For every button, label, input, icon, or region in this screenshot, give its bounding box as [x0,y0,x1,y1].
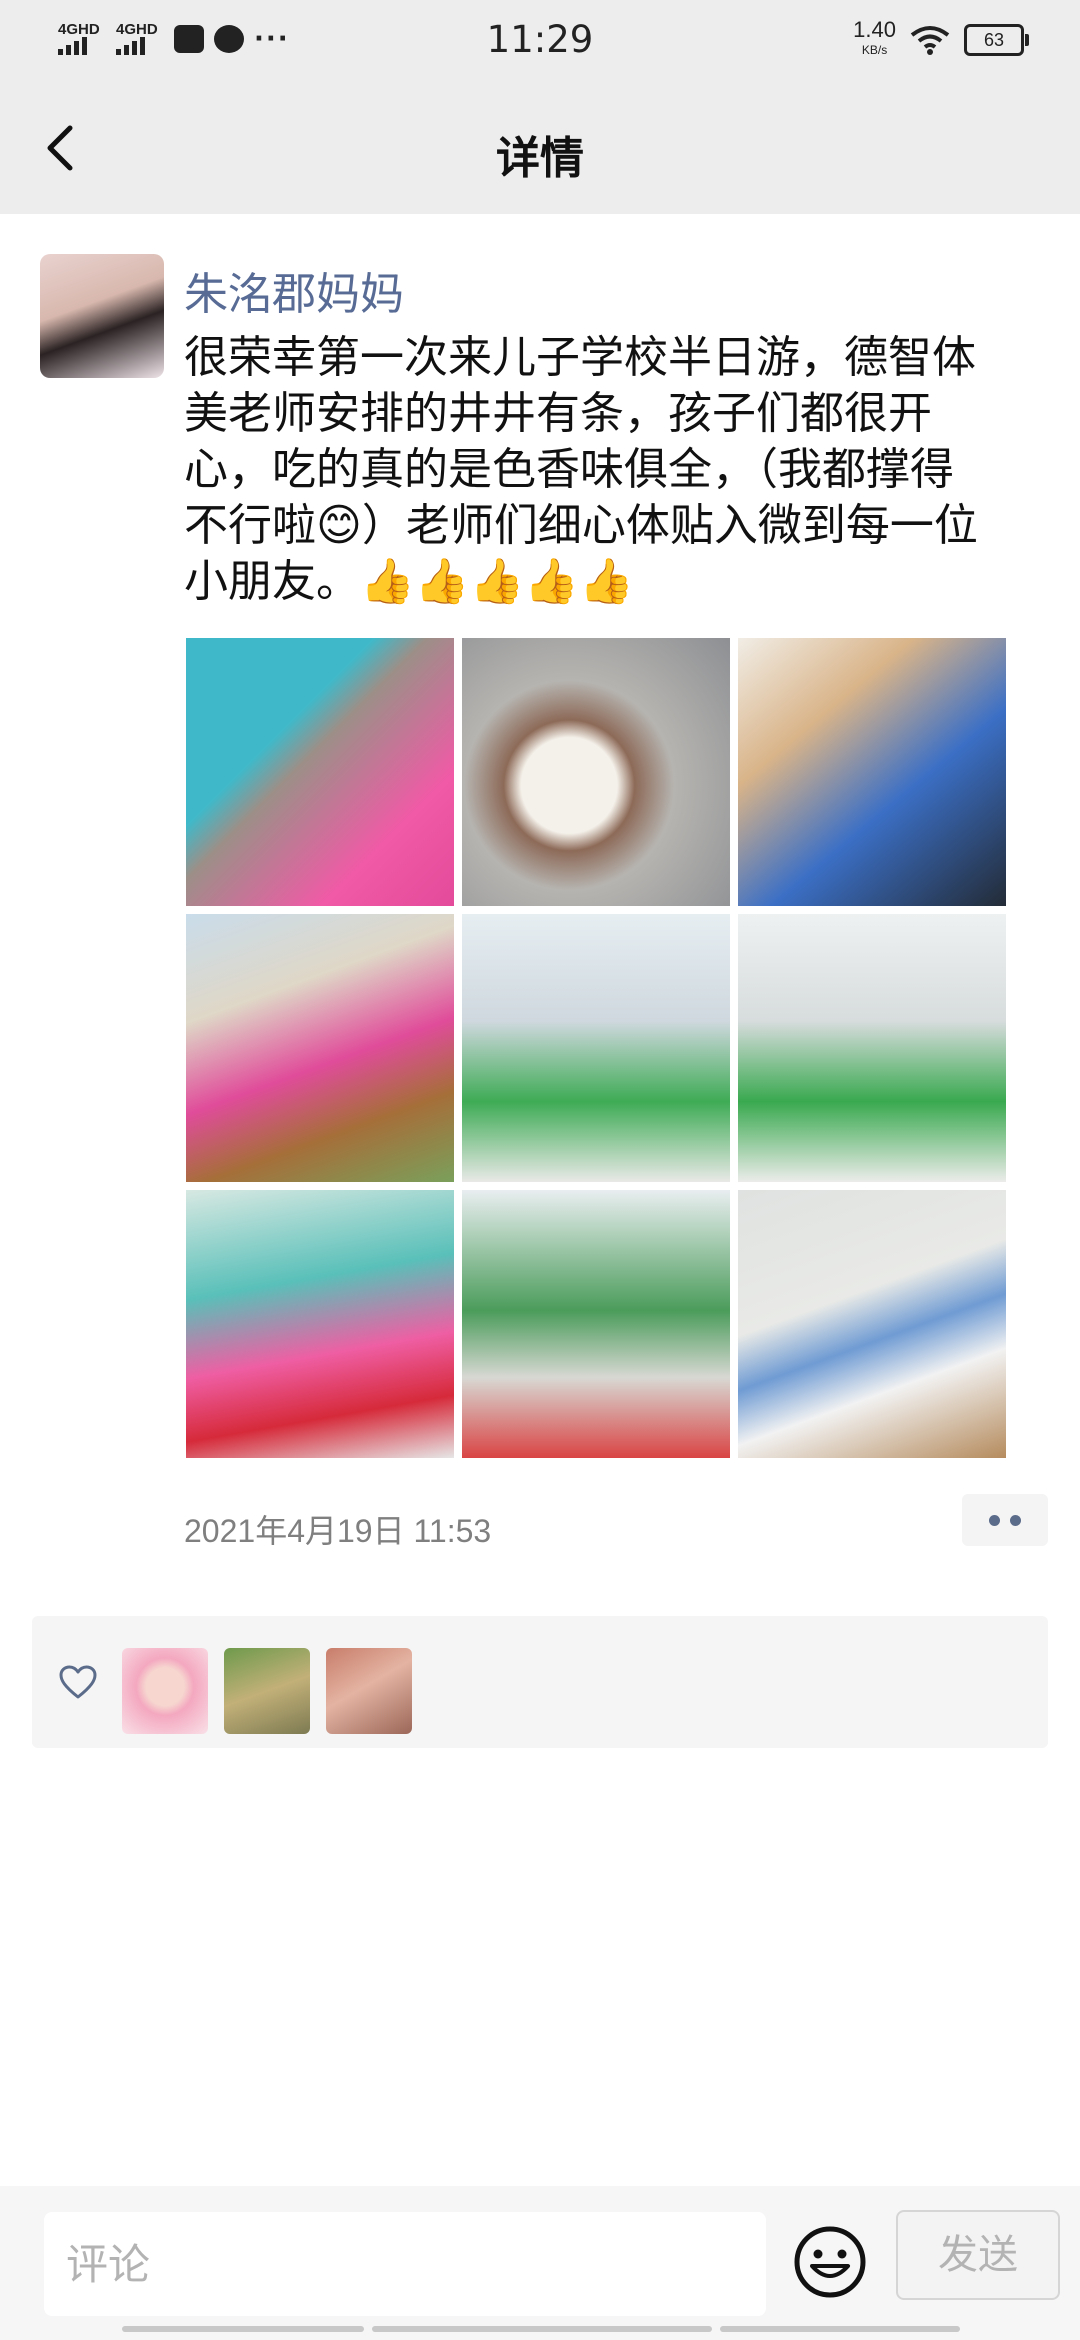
gesture-bar [122,2326,364,2332]
network-speed: 1.40 KB/s [853,17,896,60]
dot-icon [989,1514,1000,1526]
status-right: 1.40 KB/s 63 [853,17,1029,60]
children-playing-photo[interactable] [462,1190,730,1458]
classroom-raising-hands-photo[interactable] [738,914,1006,1182]
heart-icon [59,1665,97,1699]
photo-grid [186,638,1006,1458]
post-timestamp: 2021年4月19日 11:53 [184,1513,492,1549]
author-avatar[interactable] [40,254,164,378]
author-name[interactable]: 朱洺郡妈妈 [184,258,404,322]
children-at-table-photo[interactable] [738,638,1006,906]
classroom-photo[interactable] [462,914,730,1182]
liker-avatar-1[interactable] [122,1648,208,1734]
battery-icon: 63 [964,24,1029,56]
gesture-bar [720,2326,960,2332]
liker-avatar-3[interactable] [326,1648,412,1734]
lunch-plate-photo[interactable] [462,638,730,906]
comment-bar: 发送 [0,2186,1080,2340]
likes-section [32,1616,1048,1748]
child-eating-photo[interactable] [186,638,454,906]
post-text: 很荣幸第一次来儿子学校半日游，德智体 美老师安排的井井有条，孩子们都很开 心，吃… [184,332,978,607]
nav-bar: 详情 [0,84,1080,214]
liker-avatar-2[interactable] [224,1648,310,1734]
speed-value: 1.40 [853,17,896,42]
speed-unit: KB/s [861,43,888,57]
comment-input[interactable] [44,2212,766,2316]
status-bar: 4GHD 4GHD ··· 11:29 1.40 KB/s 63 [0,0,1080,84]
child-building-blocks-photo[interactable] [738,1190,1006,1458]
send-button[interactable]: 发送 [896,2210,1060,2300]
dot-icon [1010,1514,1021,1526]
more-options-button[interactable] [962,1494,1048,1546]
page-title: 详情 [496,133,584,184]
smiley-icon[interactable] [792,2224,868,2300]
wifi-icon [910,26,950,55]
gesture-bar [372,2326,712,2332]
children-in-class-photo[interactable] [186,1190,454,1458]
child-climbing-photo[interactable] [186,914,454,1182]
